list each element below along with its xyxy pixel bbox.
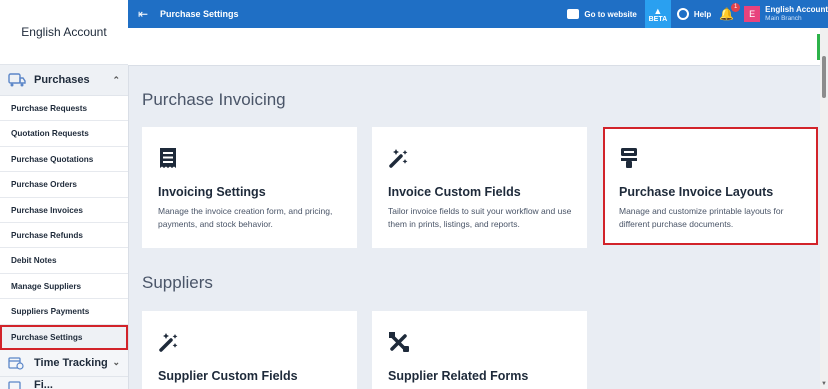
beta-button[interactable]: ▲ BETA [644, 0, 671, 28]
card-description: Manage and customize printable layouts f… [619, 206, 784, 229]
sidebar-group-label: Purchases [34, 74, 90, 86]
calendar-clock-icon [8, 356, 26, 370]
website-icon [567, 9, 580, 19]
beta-label: BETA [648, 15, 668, 23]
notifications-button[interactable]: 🔔 1 [719, 3, 741, 21]
go-to-website-label: Go to website [584, 9, 637, 19]
sidebar-item-quotation-requests[interactable]: Quotation Requests [0, 121, 128, 147]
page-title: Purchase Settings [160, 9, 239, 19]
sidebar-item-purchase-quotations[interactable]: Purchase Quotations [0, 146, 128, 173]
sidebar-group-purchases[interactable]: Purchases ⌃ [0, 65, 128, 96]
card-purchase-invoice-layouts[interactable]: Purchase Invoice Layouts Manage and cust… [603, 127, 818, 245]
chevron-down-icon: ⌄ [112, 357, 120, 368]
card-title: Supplier Custom Fields [158, 369, 298, 383]
scroll-down-arrow-icon[interactable]: ▼ [821, 381, 827, 387]
card-supplier-related-forms[interactable]: Supplier Related Forms [372, 311, 587, 389]
sidebar-group-label: Time Tracking [34, 356, 108, 369]
sidebar-item-debit-notes[interactable]: Debit Notes [0, 248, 128, 274]
rocket-icon: ▲ [653, 5, 663, 16]
card-title: Invoicing Settings [158, 185, 266, 199]
help-icon [676, 8, 689, 20]
avatar[interactable]: E [744, 6, 761, 22]
notification-badge: 1 [731, 3, 741, 12]
sidebar-item-suppliers-payments[interactable]: Suppliers Payments [0, 299, 128, 325]
card-description: Tailor invoice fields to suit your workf… [388, 206, 572, 229]
sidebar-item-purchase-invoices[interactable]: Purchase Invoices [0, 197, 128, 223]
finance-icon [8, 378, 26, 389]
section-title-suppliers: Suppliers [142, 273, 213, 292]
paint-roller-icon [619, 147, 641, 169]
card-title: Supplier Related Forms [388, 369, 529, 383]
sidebar-item-purchase-refunds[interactable]: Purchase Refunds [0, 222, 128, 249]
top-bar: ⇤ Purchase Settings Go to website ▲ BETA… [128, 0, 828, 28]
sidebar-item-purchase-requests[interactable]: Purchase Requests [0, 96, 128, 122]
sidebar-item-purchase-orders[interactable]: Purchase Orders [0, 172, 128, 198]
card-invoice-custom-fields[interactable]: Invoice Custom Fields Tailor invoice fie… [372, 127, 587, 248]
card-title: Purchase Invoice Layouts [619, 185, 774, 199]
collapse-sidebar-icon[interactable]: ⇤ [132, 7, 154, 21]
receipt-icon [158, 147, 180, 169]
magic-wand-icon [388, 147, 410, 169]
go-to-website-button[interactable]: Go to website [567, 9, 637, 19]
sidebar-group-time-tracking[interactable]: Time Tracking ⌄ [0, 349, 128, 377]
page-header-strip [128, 28, 820, 66]
account-menu[interactable]: English Account Main Branch [765, 5, 828, 23]
card-title: Invoice Custom Fields [388, 185, 521, 199]
card-invoicing-settings[interactable]: Invoicing Settings Manage the invoice cr… [142, 127, 357, 248]
scrollbar[interactable]: ▼ [820, 28, 828, 389]
help-button[interactable]: Help [676, 8, 712, 20]
tools-icon [388, 331, 410, 353]
sidebar: English Account Purchases ⌃ Purchase Req… [0, 0, 129, 389]
cart-icon [8, 73, 26, 87]
help-label: Help [693, 9, 712, 19]
sidebar-item-purchase-settings[interactable]: Purchase Settings [0, 324, 128, 350]
scrollbar-thumb[interactable] [822, 56, 826, 98]
sidebar-group-label: Fi... [34, 378, 53, 389]
account-name-label: English Account [765, 5, 828, 14]
branch-label: Main Branch [765, 15, 802, 22]
section-title-purchase-invoicing: Purchase Invoicing [142, 90, 286, 109]
card-description: Manage the invoice creation form, and pr… [158, 206, 333, 229]
account-name[interactable]: English Account [0, 0, 128, 65]
sidebar-item-manage-suppliers[interactable]: Manage Suppliers [0, 273, 128, 300]
card-supplier-custom-fields[interactable]: Supplier Custom Fields [142, 311, 357, 389]
sidebar-group-next[interactable]: Fi... [0, 376, 128, 389]
magic-wand-icon [158, 331, 180, 353]
chevron-up-icon: ⌃ [112, 74, 120, 85]
